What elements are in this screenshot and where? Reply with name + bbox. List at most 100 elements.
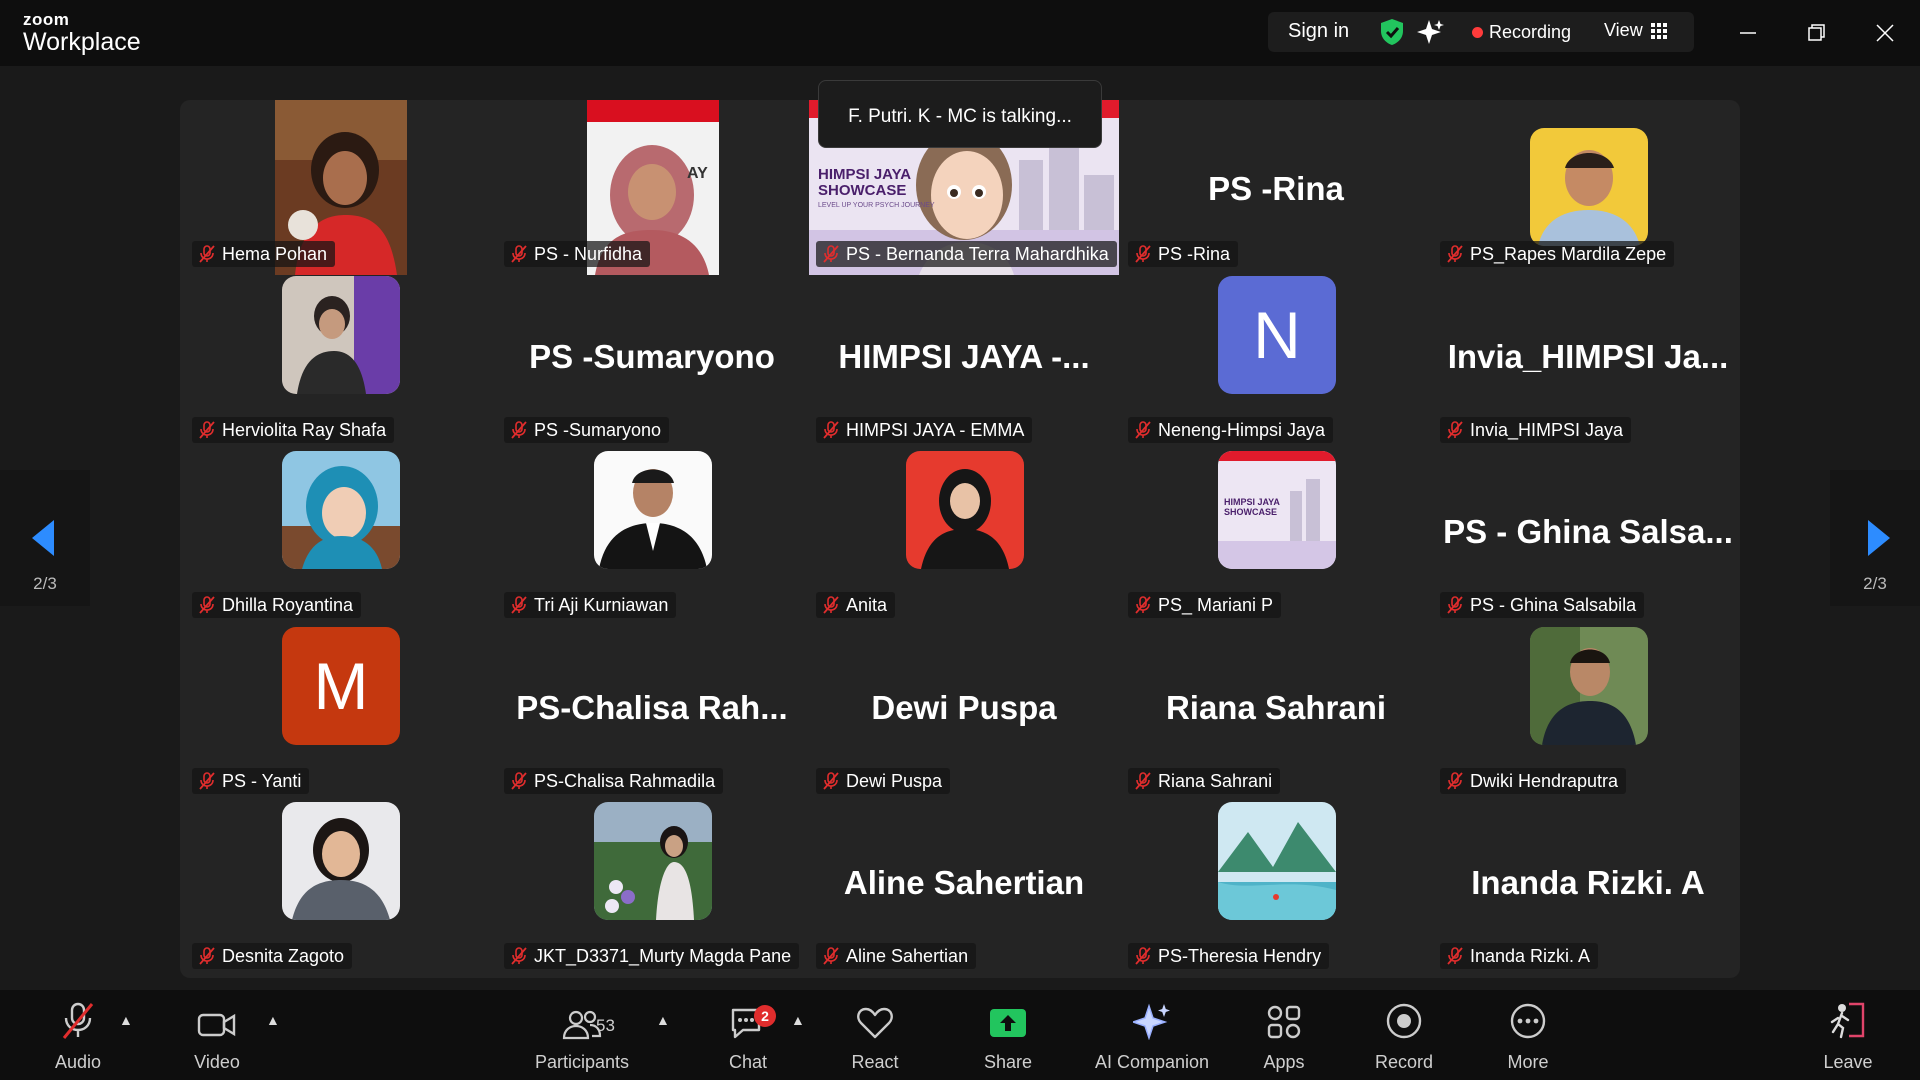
chat-options-chevron-up-icon[interactable]: ▲ (791, 1012, 805, 1028)
participant-name: Herviolita Ray Shafa (222, 420, 387, 440)
participant-tile[interactable]: HIMPSI JAYA SHOWCASE PS_ Mariani P (1121, 451, 1431, 621)
participant-tile[interactable]: PS-Theresia Hendry (1121, 802, 1431, 972)
participant-name: Dhilla Royantina (222, 595, 354, 615)
participant-tile[interactable]: Tri Aji Kurniawan (497, 451, 807, 621)
participant-avatar (1530, 128, 1648, 246)
participant-display-name: Riana Sahrani (1165, 689, 1387, 726)
name-tag: PS - Bernanda Terra Mahardhika (816, 241, 1117, 267)
arrow-right-icon (1868, 520, 1890, 556)
participant-tile[interactable]: Anita (809, 451, 1119, 621)
muted-mic-icon (511, 772, 527, 790)
name-tag: Riana Sahrani (1128, 768, 1281, 794)
participant-tile[interactable]: Desnita Zagoto (185, 802, 495, 972)
react-button[interactable]: React (843, 990, 907, 1080)
muted-mic-icon (60, 990, 96, 1040)
participant-display-name: PS -Rina (1208, 170, 1344, 207)
participant-tile[interactable]: N Neneng-Himpsi Jaya (1121, 276, 1431, 446)
participant-name: HIMPSI JAYA - EMMA (846, 420, 1025, 440)
participant-name: Aline Sahertian (846, 946, 969, 966)
participant-avatar (282, 276, 400, 394)
slide-title-line2: SHOWCASE (818, 182, 907, 199)
participant-tile[interactable]: Dewi Puspa Dewi Puspa (809, 627, 1119, 797)
participant-tile[interactable]: AY PS - Nurfidha (497, 100, 807, 275)
participant-tile[interactable]: PS-Chalisa Rah... PS-Chalisa Rahmadila (497, 627, 807, 797)
participant-tile[interactable]: Herviolita Ray Shafa (185, 276, 495, 446)
participant-tile[interactable]: Inanda Rizki. A Inanda Rizki. A (1433, 802, 1743, 972)
video-button[interactable]: Video (185, 990, 249, 1080)
next-page-button[interactable]: 2/3 (1830, 470, 1920, 606)
muted-mic-icon (199, 245, 215, 263)
name-tag: Herviolita Ray Shafa (192, 417, 395, 443)
participant-tile[interactable]: HIMPSI JAYA -... HIMPSI JAYA - EMMA (809, 276, 1119, 446)
name-tag: Neneng-Himpsi Jaya (1128, 417, 1334, 443)
video-label: Video (194, 1052, 240, 1072)
logo-small-text: zoom (23, 10, 70, 29)
muted-mic-icon (199, 947, 215, 965)
ai-sparkle-icon[interactable] (1417, 18, 1445, 51)
name-tag: PS - Yanti (192, 768, 310, 794)
apps-icon (1266, 990, 1302, 1040)
minimize-icon[interactable] (1733, 18, 1763, 48)
apps-button[interactable]: Apps (1252, 990, 1316, 1080)
audio-button[interactable]: Audio (46, 990, 110, 1080)
chat-button[interactable]: 2 Chat (716, 990, 780, 1080)
participant-tile[interactable]: Hema Pohan (185, 100, 495, 275)
slide-title-line1: HIMPSI JAYA (1224, 497, 1280, 507)
svg-text:AY: AY (687, 165, 708, 182)
close-icon[interactable] (1870, 18, 1900, 48)
more-button[interactable]: More (1496, 990, 1560, 1080)
participant-display-name: Inanda Rizki. A (1471, 864, 1705, 901)
participant-name: PS-Theresia Hendry (1158, 946, 1322, 966)
participant-name: Dewi Puspa (846, 771, 943, 791)
participant-tile[interactable]: PS -Sumaryono PS -Sumaryono (497, 276, 807, 446)
share-button[interactable]: Share (976, 990, 1040, 1080)
participant-tile[interactable]: Dwiki Hendraputra (1433, 627, 1743, 797)
participant-name: PS - Ghina Salsabila (1470, 595, 1637, 615)
meeting-toolbar: Audio ▲ Video ▲ 53 Participants ▲ 2 Chat… (0, 990, 1920, 1080)
video-options-chevron-up-icon[interactable]: ▲ (266, 1012, 280, 1028)
grid-icon (1650, 22, 1667, 39)
heart-icon (856, 990, 894, 1040)
view-button[interactable]: View (1604, 20, 1667, 41)
sign-in-button[interactable]: Sign in (1288, 20, 1349, 43)
record-button[interactable]: Record (1372, 990, 1436, 1080)
participant-avatar (1530, 627, 1648, 745)
participant-avatar (906, 451, 1024, 569)
name-tag: PS - Nurfidha (504, 241, 651, 267)
muted-mic-icon (1135, 596, 1151, 614)
recording-dot-icon (1472, 27, 1483, 38)
name-tag: Desnita Zagoto (192, 943, 353, 969)
participant-tile[interactable]: Invia_HIMPSI Ja... Invia_HIMPSI Jaya (1433, 276, 1743, 446)
participant-initial-avatar: N (1218, 276, 1336, 394)
leave-button[interactable]: Leave (1816, 990, 1880, 1080)
name-tag: Hema Pohan (192, 241, 336, 267)
record-label: Record (1374, 1052, 1434, 1072)
participant-name: PS - Yanti (222, 771, 302, 791)
participant-name: Neneng-Himpsi Jaya (1158, 420, 1326, 440)
participant-name: PS_Rapes Mardila Zepe (1470, 244, 1667, 264)
participant-tile[interactable]: Dhilla Royantina (185, 451, 495, 621)
participants-options-chevron-up-icon[interactable]: ▲ (656, 1012, 670, 1028)
video-camera-icon (197, 990, 237, 1040)
participants-button[interactable]: 53 Participants (530, 990, 634, 1080)
encryption-shield-icon[interactable] (1379, 18, 1405, 51)
audio-options-chevron-up-icon[interactable]: ▲ (119, 1012, 133, 1028)
participant-avatar (282, 451, 400, 569)
participant-tile[interactable]: PS - Ghina Salsa... PS - Ghina Salsabila (1433, 451, 1743, 621)
participant-tile[interactable]: M PS - Yanti (185, 627, 495, 797)
participants-count: 53 (596, 1016, 615, 1035)
recording-label[interactable]: Recording (1489, 22, 1571, 43)
restore-icon[interactable] (1801, 18, 1831, 48)
previous-page-button[interactable]: 2/3 (0, 470, 90, 606)
participant-tile[interactable]: PS_Rapes Mardila Zepe (1433, 100, 1743, 270)
name-tag: JKT_D3371_Murty Magda Pane (504, 943, 800, 969)
muted-mic-icon (199, 596, 215, 614)
ai-companion-button[interactable]: AI Companion (1090, 990, 1214, 1080)
participant-tile[interactable]: PS -Rina PS -Rina (1121, 100, 1431, 270)
participant-tile[interactable]: Riana Sahrani Riana Sahrani (1121, 627, 1431, 797)
participant-name: Riana Sahrani (1158, 771, 1273, 791)
muted-mic-icon (823, 947, 839, 965)
participant-tile[interactable]: Aline Sahertian Aline Sahertian (809, 802, 1119, 972)
participant-tile[interactable]: JKT_D3371_Murty Magda Pane (497, 802, 807, 972)
muted-mic-icon (1447, 772, 1463, 790)
